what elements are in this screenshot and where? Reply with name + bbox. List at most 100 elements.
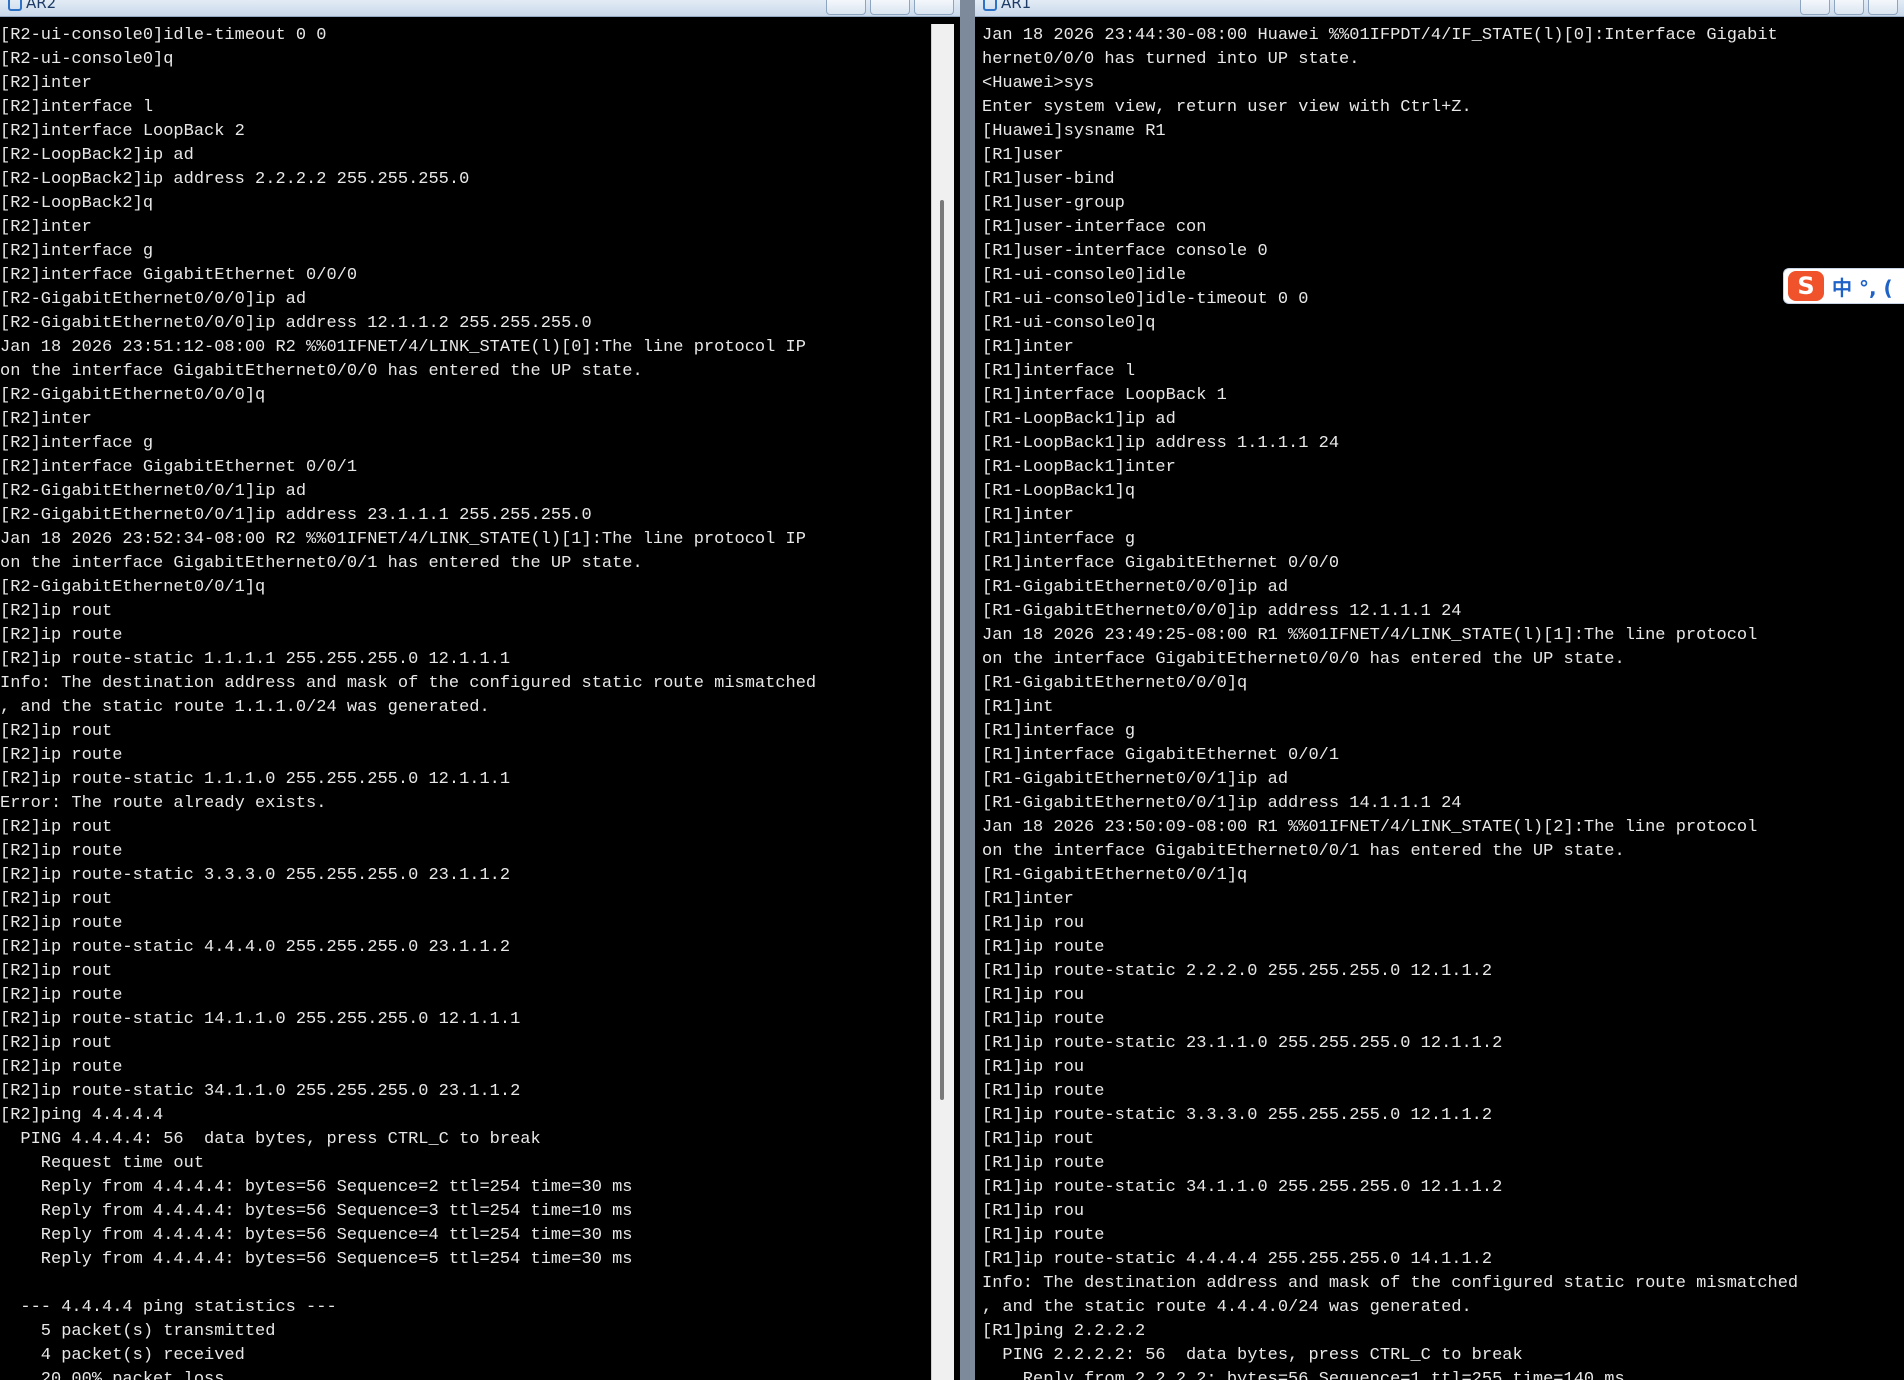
console-line: on the interface GigabitEthernet0/0/0 ha…	[982, 650, 1625, 669]
console-line: [R2]interface g	[0, 434, 154, 453]
ime-toolbar[interactable]: S 中 °, (	[1783, 268, 1904, 304]
console-line: PING 4.4.4.4: 56 data bytes, press CTRL_…	[0, 1130, 541, 1149]
console-line: Jan 18 2026 23:49:25-08:00 R1 %%01IFNET/…	[982, 626, 1758, 645]
console-line: [R1-LoopBack1]ip ad	[982, 410, 1176, 429]
console-line: Jan 18 2026 23:44:30-08:00 Huawei %%01IF…	[982, 26, 1778, 45]
console-line: [R2]interface LoopBack 2	[0, 122, 245, 141]
ar1-minimize-button[interactable]	[1834, 0, 1864, 15]
console-line: [R1]ip rou	[982, 986, 1085, 1005]
console-line: [R1-GigabitEthernet0/0/0]q	[982, 674, 1248, 693]
console-line: [R1-ui-console0]q	[982, 314, 1156, 333]
console-line: [R1-ui-console0]idle	[982, 266, 1187, 285]
console-line: [R1]inter	[982, 506, 1074, 525]
console-line: Reply from 4.4.4.4: bytes=56 Sequence=4 …	[0, 1226, 633, 1245]
ar2-scrollbar[interactable]	[931, 24, 954, 1380]
console-line: Info: The destination address and mask o…	[982, 1274, 1799, 1293]
router-icon	[983, 0, 997, 11]
ar2-restore-button[interactable]	[826, 0, 866, 15]
console-line: on the interface GigabitEthernet0/0/0 ha…	[0, 362, 643, 381]
console-line: Reply from 4.4.4.4: bytes=56 Sequence=5 …	[0, 1250, 633, 1269]
ar1-maximize-button[interactable]	[1868, 0, 1898, 15]
ar1-restore-button[interactable]	[1800, 0, 1830, 15]
ar2-maximize-button[interactable]	[914, 0, 954, 15]
console-line: [R2-GigabitEthernet0/0/0]q	[0, 386, 266, 405]
console-line: [R2]ip route	[0, 1058, 123, 1077]
console-line: PING 2.2.2.2: 56 data bytes, press CTRL_…	[982, 1346, 1523, 1365]
console-line: [R2]ip rout	[0, 1034, 113, 1053]
ar2-title-bar[interactable]: AR2	[0, 0, 960, 17]
console-line: [R2-GigabitEthernet0/0/1]ip address 23.1…	[0, 506, 592, 525]
ar1-title-bar[interactable]: AR1	[975, 0, 1904, 17]
console-line: [R2]ip rout	[0, 890, 113, 909]
console-line: Request time out	[0, 1154, 205, 1173]
ar1-console-output[interactable]: Jan 18 2026 23:44:30-08:00 Huawei %%01IF…	[982, 24, 1904, 1380]
console-line: , and the static route 1.1.1.0/24 was ge…	[0, 698, 490, 717]
console-line: [R1]ip route	[982, 938, 1105, 957]
console-line: [R1-ui-console0]idle-timeout 0 0	[982, 290, 1309, 309]
console-line: [R2]ip rout	[0, 818, 113, 837]
console-line: [R1]ip rou	[982, 1058, 1085, 1077]
console-line: [R1]ip route-static 2.2.2.0 255.255.255.…	[982, 962, 1493, 981]
console-line: [R2]inter	[0, 410, 92, 429]
console-line: [R1]interface GigabitEthernet 0/0/0	[982, 554, 1340, 573]
console-line: [R1-GigabitEthernet0/0/1]q	[982, 866, 1248, 885]
console-line: on the interface GigabitEthernet0/0/1 ha…	[0, 554, 643, 573]
console-line: [R2-GigabitEthernet0/0/0]ip address 12.1…	[0, 314, 592, 333]
console-line: 20.00% packet loss	[0, 1370, 225, 1380]
console-line: Jan 18 2026 23:50:09-08:00 R1 %%01IFNET/…	[982, 818, 1758, 837]
console-line: [R1]interface l	[982, 362, 1136, 381]
console-line: [R2-LoopBack2]q	[0, 194, 154, 213]
console-line: <Huawei>sys	[982, 74, 1095, 93]
console-line: [R2]ip route-static 1.1.1.1 255.255.255.…	[0, 650, 511, 669]
console-line: [R1]ip route-static 4.4.4.4 255.255.255.…	[982, 1250, 1493, 1269]
router-icon	[8, 0, 22, 11]
console-line: [R1]user-interface con	[982, 218, 1207, 237]
console-line: [R1]ip route-static 23.1.1.0 255.255.255…	[982, 1034, 1503, 1053]
ar2-terminal-window[interactable]: AR2 [R2-ui-console0]idle-timeout 0 0 [R2-…	[0, 0, 960, 1380]
console-line: [R2]ip route	[0, 626, 123, 645]
sogou-ime-logo-icon[interactable]: S	[1788, 271, 1824, 301]
console-line: --- 4.4.4.4 ping statistics ---	[0, 1298, 337, 1317]
console-line: Error: The route already exists.	[0, 794, 327, 813]
console-line: [R1]inter	[982, 338, 1074, 357]
console-line: [R1-GigabitEthernet0/0/1]ip ad	[982, 770, 1289, 789]
console-line: [R1]int	[982, 698, 1054, 717]
console-line: , and the static route 4.4.4.0/24 was ge…	[982, 1298, 1472, 1317]
ime-mode-indicator[interactable]: 中 °, (	[1832, 272, 1893, 301]
ar2-title-text: AR2	[26, 0, 57, 12]
console-line: [R2]ping 4.4.4.4	[0, 1106, 164, 1125]
console-line: [R1]user-bind	[982, 170, 1115, 189]
console-line: [R1-LoopBack1]q	[982, 482, 1136, 501]
console-line: Reply from 4.4.4.4: bytes=56 Sequence=2 …	[0, 1178, 633, 1197]
console-line: [R2]ip route	[0, 986, 123, 1005]
ar2-console-output[interactable]: [R2-ui-console0]idle-timeout 0 0 [R2-ui-c…	[0, 24, 932, 1380]
console-line: hernet0/0/0 has turned into UP state.	[982, 50, 1360, 69]
ar2-minimize-button[interactable]	[870, 0, 910, 15]
console-line: [R1]ip rout	[982, 1130, 1095, 1149]
console-line: [R1]ip route	[982, 1082, 1105, 1101]
console-line: Enter system view, return user view with…	[982, 98, 1472, 117]
console-line: [R2]ip route-static 14.1.1.0 255.255.255…	[0, 1010, 521, 1029]
console-line: [R1]inter	[982, 890, 1074, 909]
console-line: [R2]ip rout	[0, 602, 113, 621]
console-line: [R1]ip route	[982, 1010, 1105, 1029]
ar1-terminal-window[interactable]: AR1 Jan 18 2026 23:44:30-08:00 Huawei %%…	[975, 0, 1904, 1380]
console-line: [R2-GigabitEthernet0/0/1]ip ad	[0, 482, 307, 501]
console-line: [R1]interface g	[982, 722, 1136, 741]
console-line: [R1]ip rou	[982, 1202, 1085, 1221]
console-line: [R2]ip route	[0, 914, 123, 933]
ar2-scrollbar-thumb[interactable]	[940, 200, 944, 1100]
console-line: [R1]ip route-static 34.1.1.0 255.255.255…	[982, 1178, 1503, 1197]
console-line: 4 packet(s) received	[0, 1346, 245, 1365]
console-line: [R2]ip route-static 34.1.1.0 255.255.255…	[0, 1082, 521, 1101]
console-line: [R1]ping 2.2.2.2	[982, 1322, 1146, 1341]
window-splitter[interactable]	[960, 0, 975, 1380]
console-line: [R1]user-interface console 0	[982, 242, 1268, 261]
console-line: [R1]interface GigabitEthernet 0/0/1	[982, 746, 1340, 765]
console-line: [R2]ip rout	[0, 962, 113, 981]
console-line: [R1]interface g	[982, 530, 1136, 549]
console-line: [R2]interface GigabitEthernet 0/0/1	[0, 458, 358, 477]
console-line: [R1-GigabitEthernet0/0/0]ip address 12.1…	[982, 602, 1462, 621]
console-line: [Huawei]sysname R1	[982, 122, 1166, 141]
